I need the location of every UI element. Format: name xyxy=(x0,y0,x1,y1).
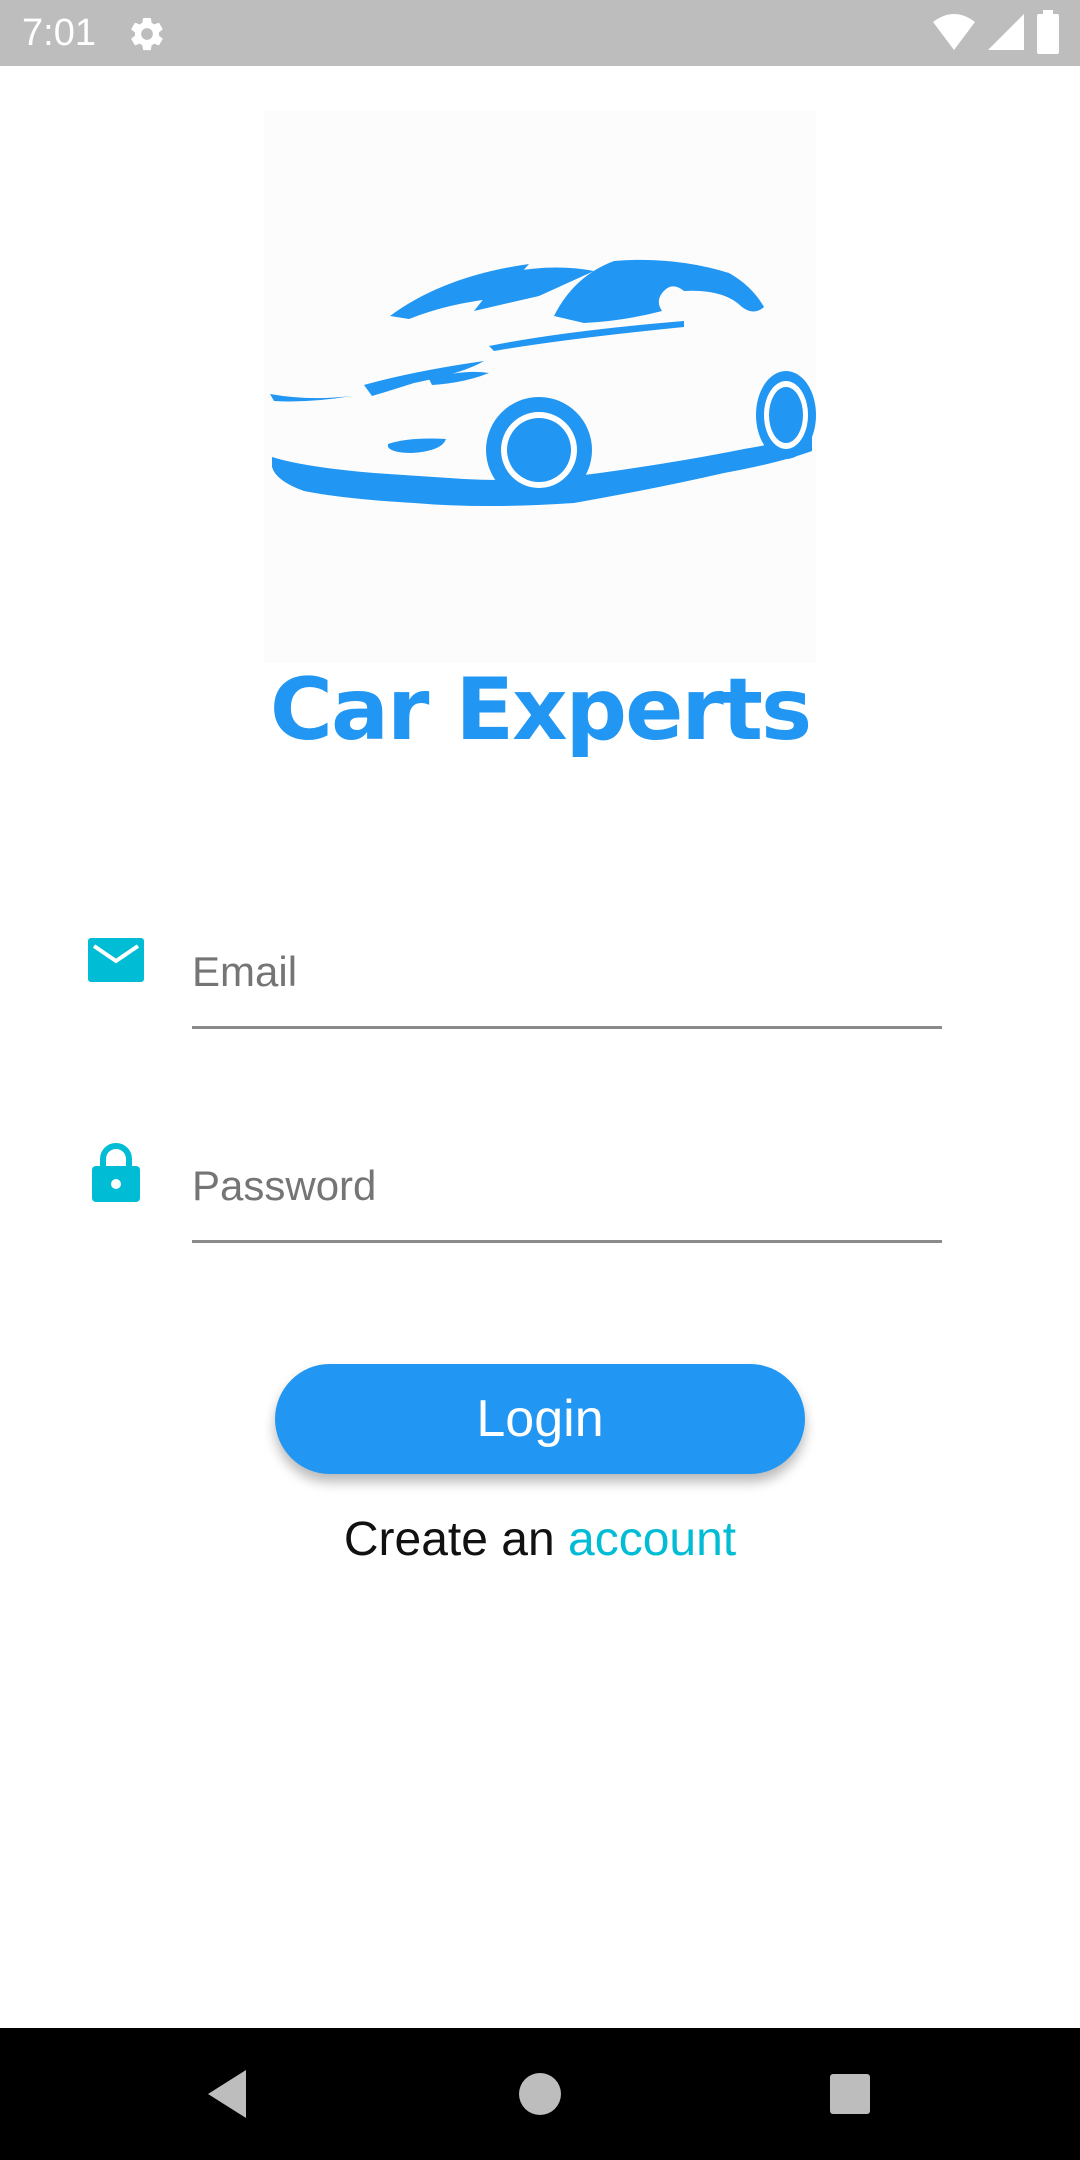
navigation-bar xyxy=(0,2028,1080,2160)
create-account-link[interactable]: account xyxy=(568,1513,736,1566)
wifi-icon xyxy=(932,12,976,57)
app-title: Car Experts xyxy=(269,660,812,760)
password-input[interactable] xyxy=(192,1156,932,1216)
back-icon[interactable] xyxy=(196,2064,256,2124)
email-field[interactable] xyxy=(192,934,942,1029)
car-logo-icon xyxy=(270,259,816,506)
create-account-prefix: Create an xyxy=(343,1513,568,1566)
password-field[interactable] xyxy=(192,1148,942,1243)
home-icon[interactable] xyxy=(510,2064,570,2124)
email-icon xyxy=(86,930,146,990)
cell-signal-icon xyxy=(986,12,1026,57)
battery-icon xyxy=(1036,9,1060,59)
recents-icon[interactable] xyxy=(820,2064,880,2124)
login-button[interactable]: Login xyxy=(275,1364,805,1474)
status-bar: 7:01 xyxy=(0,0,1080,66)
create-account-line: Create an account xyxy=(0,1508,1080,1572)
settings-gear-icon xyxy=(127,14,167,54)
status-time: 7:01 xyxy=(22,12,96,54)
lock-icon xyxy=(86,1142,146,1202)
email-input[interactable] xyxy=(192,942,932,1002)
app-logo xyxy=(264,111,816,663)
